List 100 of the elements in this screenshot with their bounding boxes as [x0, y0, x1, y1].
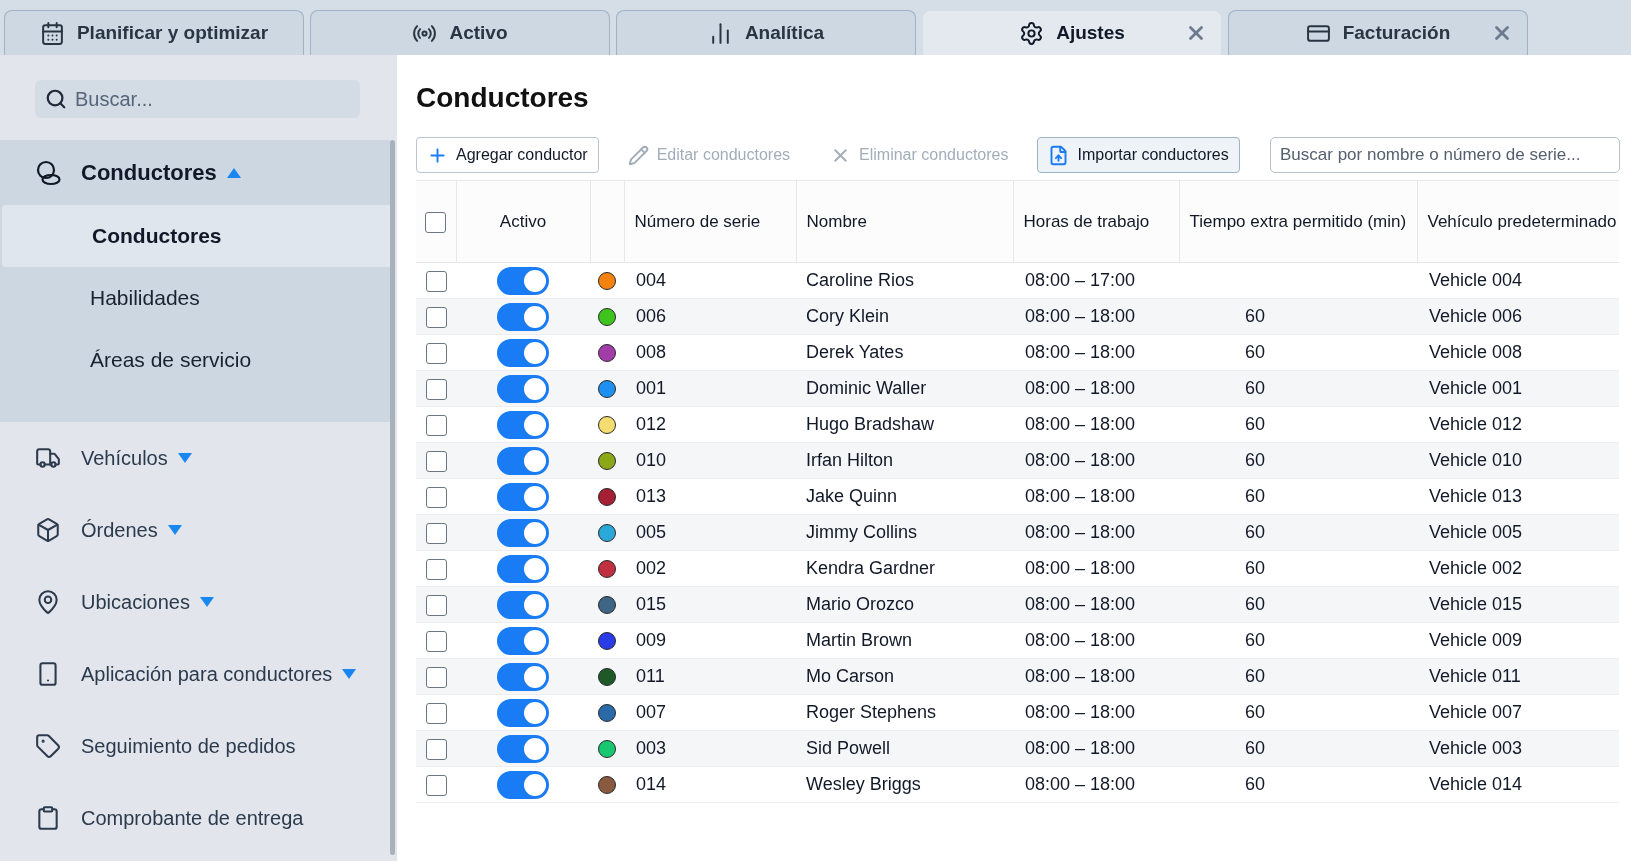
table-cell: 08:00 – 18:00 — [1013, 370, 1179, 407]
tab[interactable]: Facturación — [1228, 10, 1528, 55]
table-row[interactable]: 011 Mo Carson 08:00 – 18:00 60 Vehicle 011 — [416, 658, 1619, 695]
box-icon — [35, 517, 61, 543]
sidebar-item[interactable]: Aplicación para conductores — [0, 638, 390, 710]
toggle-switch[interactable] — [497, 302, 549, 331]
table-row[interactable]: 005 Jimmy Collins 08:00 – 18:00 60 Vehicle 005 — [416, 514, 1619, 551]
toggle-switch[interactable] — [497, 374, 549, 403]
table-cell: 015 — [624, 586, 796, 623]
search-field[interactable]: Buscar... — [35, 80, 360, 118]
checkbox[interactable] — [425, 306, 447, 328]
checkbox[interactable] — [425, 270, 447, 292]
table-row[interactable]: 004 Caroline Rios 08:00 – 17:00 Vehicle 004 — [416, 262, 1619, 299]
table-row[interactable]: 002 Kendra Gardner 08:00 – 18:00 60 Vehicle 002 — [416, 550, 1619, 587]
table-cell: 08:00 – 18:00 — [1013, 478, 1179, 515]
sidebar-subitem[interactable]: Habilidades — [0, 267, 390, 329]
table-row[interactable]: 007 Roger Stephens 08:00 – 18:00 60 Vehicle 007 — [416, 694, 1619, 731]
table-cell: Vehicle 002 — [1417, 550, 1619, 587]
column-header[interactable]: Nombre — [796, 180, 1013, 263]
checkbox[interactable] — [425, 594, 447, 616]
checkbox[interactable] — [425, 702, 447, 724]
toggle-switch[interactable] — [497, 482, 549, 511]
checkbox[interactable] — [425, 211, 447, 233]
table-cell: 08:00 – 18:00 — [1013, 514, 1179, 551]
column-header[interactable]: Activo — [456, 180, 590, 263]
settings-icon — [1019, 20, 1045, 46]
sidebar-item[interactable]: Comprobante de entrega — [0, 782, 390, 854]
truck-icon — [35, 445, 61, 471]
search-field[interactable]: Buscar por nombre o número de serie... — [1270, 137, 1620, 173]
toggle-switch[interactable] — [497, 518, 549, 547]
table-cell: 006 — [624, 298, 796, 335]
table-row[interactable]: 014 Wesley Briggs 08:00 – 18:00 60 Vehicle 014 — [416, 766, 1619, 803]
column-header[interactable]: Tiempo extra permitido (min) — [1179, 180, 1417, 263]
sidebar-item[interactable]: Seguimiento de pedidos — [0, 710, 390, 782]
sidebar-item[interactable]: Conductores — [0, 140, 390, 205]
table-cell: 08:00 – 17:00 — [1013, 262, 1179, 299]
table-cell: 08:00 – 18:00 — [1013, 442, 1179, 479]
column-header[interactable]: Horas de trabajo — [1013, 180, 1179, 263]
toolbar-button[interactable]: Agregar conductor — [416, 137, 599, 173]
table-cell: Kendra Gardner — [796, 550, 1013, 587]
checkbox[interactable] — [425, 450, 447, 472]
column-header[interactable]: Vehículo predeterminado — [1417, 180, 1619, 263]
tab[interactable]: Activo — [310, 10, 610, 55]
column-header[interactable]: Número de serie — [624, 180, 796, 263]
toggle-switch[interactable] — [497, 338, 549, 367]
table-cell: 60 — [1179, 766, 1417, 803]
toggle-switch[interactable] — [497, 626, 549, 655]
sidebar-item[interactable]: Vehículos — [0, 422, 390, 494]
table-row[interactable]: 008 Derek Yates 08:00 – 18:00 60 Vehicle 008 — [416, 334, 1619, 371]
table-row[interactable]: 013 Jake Quinn 08:00 – 18:00 60 Vehicle 013 — [416, 478, 1619, 515]
table-cell: 010 — [624, 442, 796, 479]
checkbox[interactable] — [425, 738, 447, 760]
toggle-switch[interactable] — [497, 446, 549, 475]
table-row[interactable]: 015 Mario Orozco 08:00 – 18:00 60 Vehicle 015 — [416, 586, 1619, 623]
checkbox[interactable] — [425, 486, 447, 508]
tab[interactable]: Ajustes — [922, 10, 1222, 55]
toggle-switch[interactable] — [497, 770, 549, 799]
sidebar-item[interactable]: Órdenes — [0, 494, 390, 566]
sidebar-subitem[interactable]: Conductores — [2, 205, 392, 267]
checkbox[interactable] — [425, 558, 447, 580]
table-cell: 012 — [624, 406, 796, 443]
sidebar-subitem[interactable]: Áreas de servicio — [0, 329, 390, 391]
table-cell: 003 — [624, 730, 796, 767]
table-row[interactable]: 003 Sid Powell 08:00 – 18:00 60 Vehicle 003 — [416, 730, 1619, 767]
table-row[interactable]: 009 Martin Brown 08:00 – 18:00 60 Vehicle 009 — [416, 622, 1619, 659]
table-row[interactable]: 010 Irfan Hilton 08:00 – 18:00 60 Vehicle 010 — [416, 442, 1619, 479]
toggle-switch[interactable] — [497, 662, 549, 691]
table-cell: Derek Yates — [796, 334, 1013, 371]
table-cell: 009 — [624, 622, 796, 659]
table-cell: 60 — [1179, 694, 1417, 731]
checkbox[interactable] — [425, 774, 447, 796]
checkbox[interactable] — [425, 630, 447, 652]
checkbox[interactable] — [425, 414, 447, 436]
pencil-icon — [627, 144, 649, 166]
toggle-switch[interactable] — [497, 410, 549, 439]
sidebar-item[interactable]: Ubicaciones — [0, 566, 390, 638]
tab[interactable]: Analítica — [616, 10, 916, 55]
checkbox[interactable] — [425, 342, 447, 364]
checkbox[interactable] — [425, 378, 447, 400]
toolbar-button[interactable]: Importar conductores — [1037, 137, 1240, 173]
toggle-switch[interactable] — [497, 554, 549, 583]
tab[interactable]: Planificar y optimizar — [4, 10, 304, 55]
table-cell: 005 — [624, 514, 796, 551]
table-cell: 002 — [624, 550, 796, 587]
table-cell: 014 — [624, 766, 796, 803]
scrollbar[interactable] — [390, 140, 395, 855]
table-row[interactable]: 001 Dominic Waller 08:00 – 18:00 60 Vehicle 001 — [416, 370, 1619, 407]
checkbox[interactable] — [425, 522, 447, 544]
toggle-switch[interactable] — [497, 734, 549, 763]
table-row[interactable]: 012 Hugo Bradshaw 08:00 – 18:00 60 Vehicle 012 — [416, 406, 1619, 443]
toggle-switch[interactable] — [497, 266, 549, 295]
table-cell: 013 — [624, 478, 796, 515]
table-cell: 60 — [1179, 370, 1417, 407]
table-row[interactable]: 006 Cory Klein 08:00 – 18:00 60 Vehicle 006 — [416, 298, 1619, 335]
toggle-switch[interactable] — [497, 590, 549, 619]
table-cell: Hugo Bradshaw — [796, 406, 1013, 443]
checkbox[interactable] — [425, 666, 447, 688]
toggle-switch[interactable] — [497, 698, 549, 727]
table-cell: 08:00 – 18:00 — [1013, 298, 1179, 335]
table-cell: 60 — [1179, 406, 1417, 443]
